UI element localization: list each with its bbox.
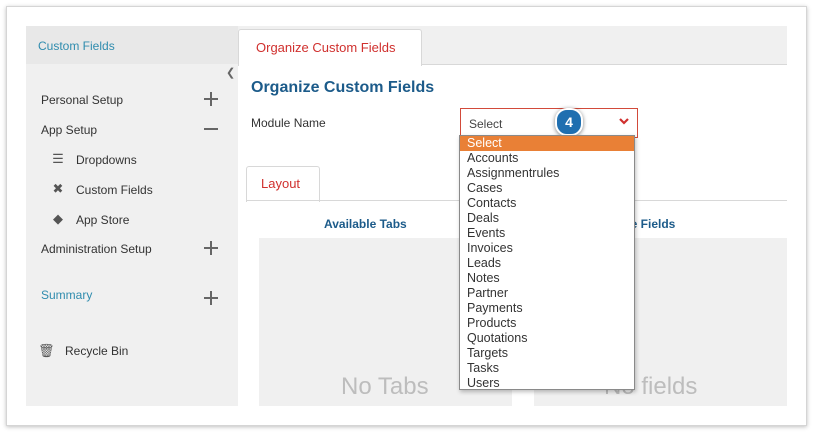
app-store-icon: ◆ (53, 211, 63, 226)
sidebar-item-summary[interactable]: Summary (41, 288, 92, 302)
option-label: Partner (467, 286, 508, 300)
plus-icon[interactable] (204, 92, 218, 106)
dropdown-option[interactable]: Products (460, 316, 634, 331)
collapse-sidebar-icon[interactable]: ❮ (226, 66, 235, 79)
dropdown-option[interactable]: Targets (460, 346, 634, 361)
wrench-icon: ✖ (52, 181, 64, 196)
module-dropdown-list[interactable]: Select Accounts Assignmentrules Cases Co… (459, 135, 635, 390)
tab-layout[interactable]: Layout (246, 166, 320, 202)
minus-icon[interactable] (204, 122, 218, 136)
option-label: Assignmentrules (467, 166, 560, 180)
dropdown-option[interactable]: Assignmentrules (460, 166, 634, 181)
dropdown-option[interactable]: Tasks (460, 361, 634, 376)
tab-organize-custom-fields[interactable]: Organize Custom Fields (238, 29, 422, 66)
sidebar-header: Custom Fields (26, 26, 238, 64)
option-label: Accounts (467, 151, 519, 165)
recycle-bin-icon: 🗑 (38, 343, 55, 358)
option-label: Cases (467, 181, 503, 195)
plus-icon[interactable] (204, 241, 218, 255)
dropdown-option[interactable]: Payments (460, 301, 634, 316)
sidebar-item-administration-setup[interactable]: Administration Setup (41, 242, 152, 256)
option-label: Products (467, 316, 517, 330)
option-label: Events (467, 226, 506, 240)
dropdown-option[interactable]: Partner (460, 286, 634, 301)
dropdown-option[interactable]: Deals (460, 211, 634, 226)
sidebar-item-personal-setup[interactable]: Personal Setup (41, 93, 123, 107)
option-label: Deals (467, 211, 499, 225)
module-name-label: Module Name (251, 116, 326, 130)
sidebar-subitem-app-store[interactable]: App Store (76, 213, 129, 227)
sidebar-item-app-setup[interactable]: App Setup (41, 123, 97, 137)
sidebar-header-label[interactable]: Custom Fields (38, 39, 115, 53)
option-label: Targets (467, 346, 508, 360)
sidebar-subitem-custom-fields[interactable]: Custom Fields (76, 183, 153, 197)
chevron-down-icon (619, 118, 629, 125)
module-name-select[interactable]: Select (460, 108, 638, 138)
page-title: Organize Custom Fields (251, 79, 435, 96)
tab-label: Layout (261, 176, 301, 191)
tab-label: Organize Custom Fields (256, 40, 396, 55)
option-label: Invoices (467, 241, 513, 255)
dropdown-option[interactable]: Notes (460, 271, 634, 286)
select-value: Select (469, 117, 503, 131)
dropdown-option[interactable]: Events (460, 226, 634, 241)
sidebar-subitem-dropdowns[interactable]: Dropdowns (76, 153, 137, 167)
option-label: Select (467, 136, 502, 150)
step-badge: 4 (555, 108, 583, 136)
option-label: Contacts (467, 196, 517, 210)
sidebar: Custom Fields ❮ Personal Setup App Setup… (26, 26, 238, 406)
dropdown-option[interactable]: Leads (460, 256, 634, 271)
sidebar-item-recycle-bin[interactable]: Recycle Bin (65, 344, 128, 358)
plus-icon[interactable] (204, 291, 218, 305)
dropdown-option[interactable]: Select (460, 136, 634, 151)
dropdown-option[interactable]: Cases (460, 181, 634, 196)
option-label: Users (467, 376, 500, 390)
option-label: Payments (467, 301, 523, 315)
dropdown-option[interactable]: Accounts (460, 151, 634, 166)
no-tabs-text: No Tabs (341, 373, 429, 400)
dropdown-option[interactable]: Users (460, 376, 634, 391)
option-label: Leads (467, 256, 502, 270)
dropdown-option[interactable]: Quotations (460, 331, 634, 346)
available-tabs-header: Available Tabs (324, 217, 407, 231)
option-label: Tasks (467, 361, 499, 375)
dropdown-option[interactable]: Invoices (460, 241, 634, 256)
list-icon: ☰ (52, 151, 64, 166)
option-label: Notes (467, 271, 500, 285)
dropdown-option[interactable]: Contacts (460, 196, 634, 211)
option-label: Quotations (467, 331, 528, 345)
